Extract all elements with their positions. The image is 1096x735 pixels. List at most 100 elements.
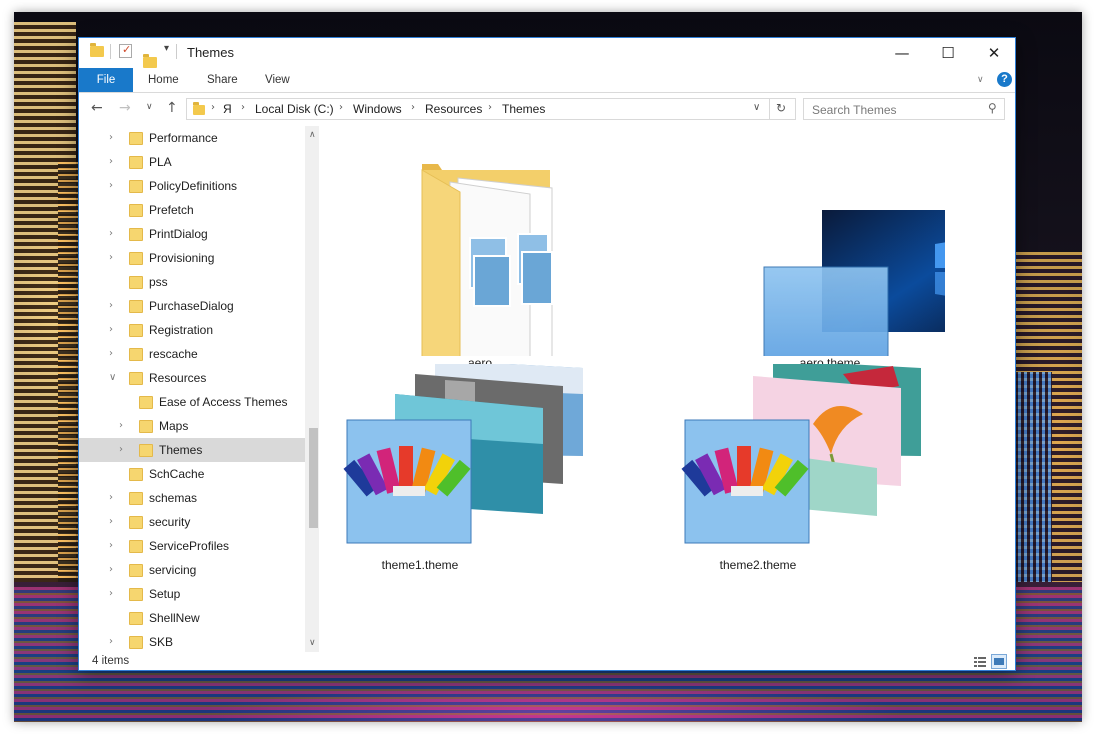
folder-icon <box>421 164 553 356</box>
chevron-right-icon[interactable]: › <box>109 516 113 527</box>
folder-icon <box>129 300 143 313</box>
maximize-button[interactable]: ☐ <box>925 38 971 68</box>
nav-item-label: pss <box>149 275 168 289</box>
chevron-right-icon[interactable]: › <box>109 492 113 503</box>
refresh-icon[interactable]: ↻ <box>776 101 786 115</box>
folder-icon <box>129 276 143 289</box>
nav-item[interactable]: › Provisioning <box>79 246 305 270</box>
nav-item[interactable]: › Maps <box>79 414 305 438</box>
nav-item-label: security <box>149 515 191 529</box>
breadcrumb-local-disk[interactable]: Local Disk (C:) <box>255 102 334 116</box>
expand-ribbon-icon[interactable]: ∨ <box>977 68 984 92</box>
search-box[interactable]: Search Themes ⚲ <box>803 98 1005 120</box>
address-history-icon[interactable]: ∨ <box>753 102 760 113</box>
nav-item[interactable]: › PLA <box>79 150 305 174</box>
nav-item[interactable]: ∨ Resources <box>79 366 305 390</box>
chevron-right-icon[interactable]: › <box>109 348 113 359</box>
chevron-right-icon[interactable]: › <box>109 156 113 167</box>
details-view-icon[interactable] <box>972 654 988 669</box>
nav-item-label: Ease of Access Themes <box>159 395 288 409</box>
nav-item-label: PolicyDefinitions <box>149 179 238 193</box>
scroll-down-icon[interactable]: ∨ <box>309 638 316 648</box>
nav-item[interactable]: Prefetch <box>79 198 305 222</box>
chevron-right-icon[interactable]: › <box>109 324 113 335</box>
chevron-right-icon[interactable]: › <box>109 588 113 599</box>
nav-item[interactable]: › Setup <box>79 582 305 606</box>
breadcrumb-separator-icon: › <box>241 102 245 113</box>
file-item-aero-theme[interactable]: aero.theme <box>685 126 945 370</box>
chevron-right-icon[interactable]: › <box>109 540 113 551</box>
nav-item[interactable]: pss <box>79 270 305 294</box>
title-bar: ✓ ▾ Themes — ☐ ✕ <box>79 38 1015 68</box>
back-icon[interactable]: ← <box>91 100 103 116</box>
chevron-right-icon[interactable]: › <box>119 444 123 455</box>
status-bar: 4 items <box>79 652 1015 672</box>
nav-item[interactable]: › PolicyDefinitions <box>79 174 305 198</box>
close-button[interactable]: ✕ <box>971 38 1017 68</box>
chevron-right-icon[interactable]: › <box>109 132 113 143</box>
nav-item[interactable]: › Performance <box>79 126 305 150</box>
nav-scrollbar[interactable]: ∧ ∨ <box>305 126 319 652</box>
recent-locations-icon[interactable]: ∨ <box>146 102 153 112</box>
minimize-button[interactable]: — <box>879 38 925 68</box>
scroll-up-icon[interactable]: ∧ <box>309 130 316 140</box>
folder-icon <box>129 204 143 217</box>
breadcrumb-windows[interactable]: Windows <box>353 102 402 116</box>
chevron-right-icon[interactable]: › <box>109 180 113 191</box>
nav-item[interactable]: › schemas <box>79 486 305 510</box>
properties-icon[interactable]: ✓ <box>119 43 132 58</box>
tab-home[interactable]: Home <box>148 68 179 92</box>
breadcrumb-resources[interactable]: Resources <box>425 102 482 116</box>
breadcrumb-themes[interactable]: Themes <box>502 102 545 116</box>
nav-item-label: SchCache <box>149 467 205 481</box>
breadcrumb-separator-icon: › <box>488 102 492 113</box>
file-item-aero[interactable]: aero <box>350 126 610 370</box>
chevron-right-icon[interactable]: › <box>109 300 113 311</box>
chevron-right-icon[interactable]: › <box>109 636 113 647</box>
nav-item[interactable]: › Themes <box>79 438 305 462</box>
folder-icon <box>129 564 143 577</box>
breadcrumb-user[interactable]: Я <box>223 102 232 116</box>
nav-item[interactable]: Ease of Access Themes <box>79 390 305 414</box>
chevron-right-icon[interactable]: › <box>119 420 123 431</box>
nav-item-label: Maps <box>159 419 189 433</box>
file-item-theme2[interactable]: theme2.theme <box>663 364 923 594</box>
nav-item[interactable]: › PurchaseDialog <box>79 294 305 318</box>
up-icon[interactable]: ↑ <box>166 100 178 116</box>
new-folder-icon[interactable] <box>143 54 157 68</box>
address-row: ← → ∨ ↑ › Я › Local Disk (C:) › Windows … <box>79 94 1015 126</box>
nav-item[interactable]: › SKB <box>79 630 305 652</box>
item-count: 4 items <box>92 655 130 667</box>
separator <box>110 44 111 59</box>
nav-item[interactable]: › rescache <box>79 342 305 366</box>
nav-item-label: SKB <box>149 635 174 649</box>
chevron-right-icon[interactable]: › <box>109 228 113 239</box>
content-pane: aero aero.theme theme1.theme theme2.them… <box>325 126 1015 652</box>
chevron-right-icon[interactable]: › <box>109 252 113 263</box>
nav-item[interactable]: › security <box>79 510 305 534</box>
chevron-down-icon[interactable]: ∨ <box>109 372 116 383</box>
folder-icon <box>193 102 205 115</box>
chevron-right-icon[interactable]: › <box>109 564 113 575</box>
folder-icon <box>90 43 104 57</box>
tab-file[interactable]: File <box>79 68 133 92</box>
nav-item[interactable]: › ServiceProfiles <box>79 534 305 558</box>
tab-share[interactable]: Share <box>207 68 238 92</box>
address-bar[interactable]: › Я › Local Disk (C:) › Windows › Resour… <box>186 98 796 120</box>
theme-pack-icon <box>343 364 583 544</box>
nav-item-label: Provisioning <box>149 251 215 265</box>
help-icon[interactable]: ? <box>997 72 1012 87</box>
nav-item[interactable]: › PrintDialog <box>79 222 305 246</box>
file-item-theme1[interactable]: theme1.theme <box>325 364 585 594</box>
large-icons-view-icon[interactable] <box>991 654 1007 669</box>
nav-item[interactable]: SchCache <box>79 462 305 486</box>
tab-view[interactable]: View <box>265 68 290 92</box>
nav-item[interactable]: › servicing <box>79 558 305 582</box>
nav-item[interactable]: ShellNew <box>79 606 305 630</box>
nav-item-label: ServiceProfiles <box>149 539 230 553</box>
nav-item[interactable]: › Registration <box>79 318 305 342</box>
scroll-thumb[interactable] <box>309 428 318 528</box>
forward-icon[interactable]: → <box>119 100 131 116</box>
search-icon[interactable]: ⚲ <box>988 101 997 115</box>
customize-toolbar-icon[interactable]: ▾ <box>164 43 169 54</box>
